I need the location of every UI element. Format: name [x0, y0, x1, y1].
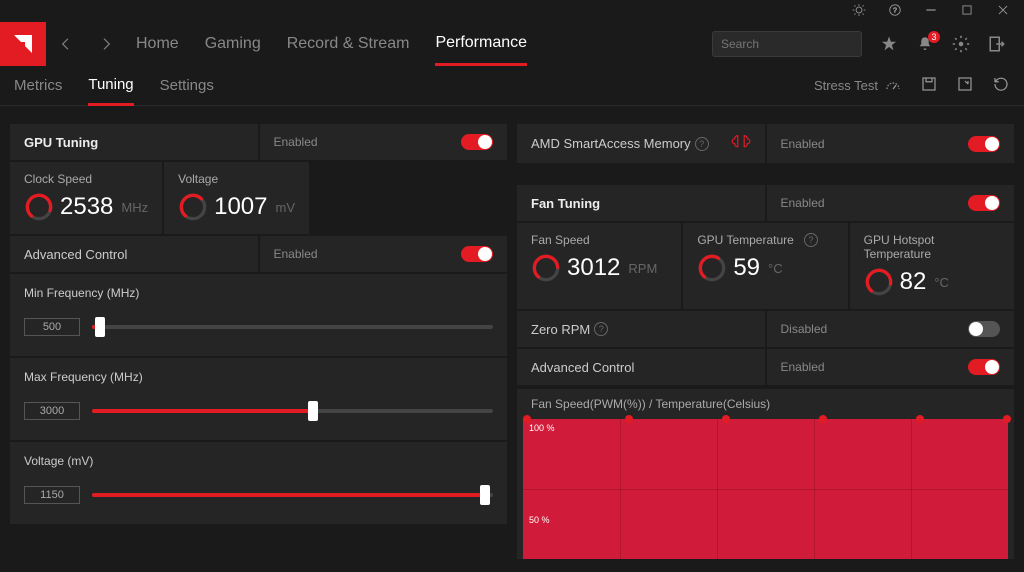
notifications-icon[interactable]: 3	[916, 35, 934, 53]
close-icon[interactable]	[996, 3, 1010, 20]
svg-text:?: ?	[893, 7, 897, 14]
help-icon[interactable]: ?	[888, 3, 902, 20]
amd-logo[interactable]	[0, 22, 46, 66]
hotspot-gauge-icon	[864, 267, 894, 297]
voltage-slider-value[interactable]: 1150	[24, 486, 80, 504]
fan-curve-point[interactable]	[819, 415, 827, 423]
advanced-enabled-label: Enabled	[274, 247, 318, 261]
min-freq-slider[interactable]	[92, 325, 493, 329]
voltage-label: Voltage	[164, 162, 309, 186]
gpu-temp-label: GPU Temperature	[697, 233, 794, 247]
window-titlebar: ?	[0, 0, 1024, 22]
notification-badge: 3	[928, 31, 940, 43]
bug-icon[interactable]	[852, 3, 866, 20]
gpu-tuning-toggle[interactable]	[461, 134, 493, 150]
top-nav: Home Gaming Record & Stream Performance …	[0, 22, 1024, 66]
gpu-temp-value: 59	[733, 254, 760, 282]
fan-speed-value: 3012	[567, 254, 620, 282]
min-freq-label: Min Frequency (MHz)	[24, 286, 493, 300]
fan-curve-graph[interactable]: 100 % 50 %	[523, 419, 1008, 559]
graph-y50-label: 50 %	[529, 515, 550, 525]
fan-tuning-column: AMD SmartAccess Memory ? Enabled Fan Tun…	[517, 124, 1014, 572]
gpu-temp-unit: °C	[768, 261, 783, 276]
gpu-tuning-column: GPU Tuning Enabled Clock Speed 2538 MHz …	[10, 124, 507, 572]
fan-graph-title: Fan Speed(PWM(%)) / Temperature(Celsius)	[517, 389, 1014, 419]
gpu-temp-help-icon[interactable]: ?	[804, 233, 818, 247]
max-freq-slider[interactable]	[92, 409, 493, 413]
gpu-tuning-title: GPU Tuning	[10, 124, 258, 160]
maximize-icon[interactable]	[960, 3, 974, 20]
voltage-slider-label: Voltage (mV)	[24, 454, 493, 468]
clock-speed-value: 2538	[60, 193, 113, 221]
hotspot-temp-unit: °C	[934, 275, 949, 290]
fan-advanced-label: Advanced Control	[517, 349, 765, 385]
reset-icon[interactable]	[992, 75, 1010, 96]
voltage-unit: mV	[276, 200, 296, 215]
tab-home[interactable]: Home	[136, 22, 179, 66]
export-icon[interactable]	[956, 75, 974, 96]
tab-performance[interactable]: Performance	[435, 22, 527, 66]
zero-rpm-disabled-label: Disabled	[781, 322, 828, 336]
voltage-gauge-icon	[178, 192, 208, 222]
fan-speed-label: Fan Speed	[517, 223, 681, 247]
fan-speed-gauge-icon	[531, 253, 561, 283]
clock-speed-label: Clock Speed	[10, 162, 162, 186]
fan-curve-point[interactable]	[523, 415, 531, 423]
tab-record-stream[interactable]: Record & Stream	[287, 22, 410, 66]
sam-enabled-label: Enabled	[781, 137, 825, 151]
subtab-tuning[interactable]: Tuning	[88, 66, 133, 106]
fan-advanced-enabled-label: Enabled	[781, 360, 825, 374]
min-freq-value[interactable]: 500	[24, 318, 80, 336]
search-input[interactable]	[721, 37, 876, 51]
main-content: GPU Tuning Enabled Clock Speed 2538 MHz …	[0, 106, 1024, 572]
fan-tuning-toggle[interactable]	[968, 195, 1000, 211]
fan-curve-point[interactable]	[625, 415, 633, 423]
sam-title: AMD SmartAccess Memory	[531, 136, 691, 151]
fan-enabled-label: Enabled	[781, 196, 825, 210]
clock-speed-unit: MHz	[121, 200, 148, 215]
fan-tuning-title: Fan Tuning	[517, 185, 765, 221]
fan-curve-point[interactable]	[722, 415, 730, 423]
settings-icon[interactable]	[952, 35, 970, 53]
minimize-icon[interactable]	[924, 3, 938, 20]
sam-help-icon[interactable]: ?	[695, 137, 709, 151]
max-freq-label: Max Frequency (MHz)	[24, 370, 493, 384]
zero-rpm-label: Zero RPM	[531, 322, 590, 337]
exit-icon[interactable]	[988, 35, 1006, 53]
subtab-metrics[interactable]: Metrics	[14, 66, 62, 106]
nav-back-button[interactable]	[46, 36, 86, 52]
favorites-icon[interactable]	[880, 35, 898, 53]
sam-toggle[interactable]	[968, 136, 1000, 152]
graph-y100-label: 100 %	[529, 423, 555, 433]
voltage-value: 1007	[214, 193, 267, 221]
advanced-control-label: Advanced Control	[10, 236, 258, 272]
clock-gauge-icon	[24, 192, 54, 222]
advanced-control-toggle[interactable]	[461, 246, 493, 262]
gauge-icon	[884, 77, 902, 95]
voltage-slider[interactable]	[92, 493, 493, 497]
save-icon[interactable]	[920, 75, 938, 96]
brain-icon	[731, 134, 751, 153]
fan-curve-point[interactable]	[1003, 415, 1011, 423]
zero-rpm-toggle[interactable]	[968, 321, 1000, 337]
stress-test-button[interactable]: Stress Test	[814, 77, 902, 95]
gpu-enabled-label: Enabled	[274, 135, 318, 149]
max-freq-value[interactable]: 3000	[24, 402, 80, 420]
fan-advanced-toggle[interactable]	[968, 359, 1000, 375]
fan-curve-point[interactable]	[916, 415, 924, 423]
search-box[interactable]	[712, 31, 862, 57]
tab-gaming[interactable]: Gaming	[205, 22, 261, 66]
gpu-temp-gauge-icon	[697, 253, 727, 283]
fan-speed-unit: RPM	[628, 261, 657, 276]
sub-nav: Metrics Tuning Settings Stress Test	[0, 66, 1024, 106]
stress-test-label: Stress Test	[814, 78, 878, 93]
nav-forward-button[interactable]	[86, 36, 126, 52]
hotspot-temp-value: 82	[900, 268, 927, 296]
zero-rpm-help-icon[interactable]: ?	[594, 322, 608, 336]
hotspot-temp-label: GPU Hotspot Temperature	[850, 223, 1014, 261]
subtab-settings[interactable]: Settings	[160, 66, 214, 106]
